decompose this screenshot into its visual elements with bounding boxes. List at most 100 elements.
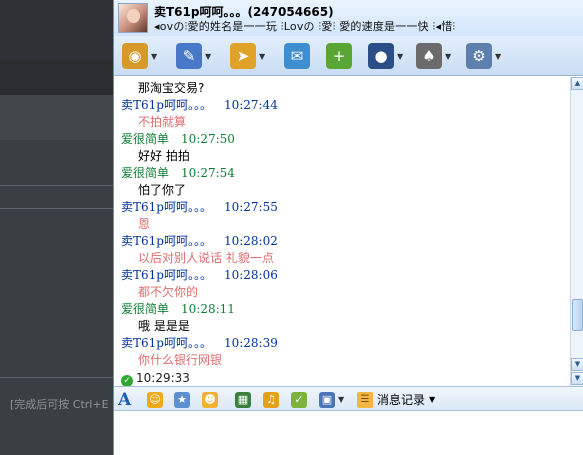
- message-text: 好好 拍拍: [138, 149, 190, 163]
- history-icon: ☰: [357, 391, 373, 408]
- message-time: 10:29:33: [136, 371, 190, 385]
- apps-button[interactable]: ⚙ ▼: [466, 41, 514, 71]
- message-header: 卖T61p呵呵。。。 10:27:44: [121, 98, 278, 112]
- chevron-down-icon[interactable]: ▼: [397, 52, 407, 61]
- system-notice: ✓ 10:29:33: [121, 371, 190, 386]
- chat-window: 卖T61p呵呵。。。(247054665) ◂ovの⫶愛的姓名是一一玩 ⫶Lov…: [113, 0, 583, 455]
- input-toolbar: A ☺ ★ ☻ ▦ ♫ ✓ ▣ ▼ ☰ 消息记录 ▼: [114, 386, 583, 411]
- sender-name[interactable]: 卖T61p呵呵。。。: [121, 234, 212, 248]
- scroll-down-arrow[interactable]: ▼: [571, 358, 583, 371]
- screenshot-button[interactable]: ▦: [235, 391, 251, 408]
- message-time: 10:28:11: [181, 302, 235, 316]
- background-panel: [0, 60, 115, 95]
- video-call-button[interactable]: ◉ ▼: [122, 41, 170, 71]
- chat-history[interactable]: 那淘宝交易? 卖T61p呵呵。。。 10:27:44 不拍就算爱很简单 10:27:50…: [114, 77, 570, 386]
- contact-avatar[interactable]: [118, 3, 148, 33]
- sender-name[interactable]: 爱很简单: [121, 166, 169, 180]
- send-sms-button[interactable]: ✉: [284, 41, 314, 71]
- screen: [完成后可按 Ctrl+E 卖T61p呵呵。。。(247054665) ◂ovの…: [0, 0, 583, 455]
- cards-icon: ♠: [416, 43, 442, 69]
- sender-name[interactable]: 爱很简单: [121, 302, 169, 316]
- chevron-down-icon[interactable]: ▼: [338, 395, 344, 404]
- scroll-to-bottom-arrow[interactable]: ▼: [571, 372, 583, 385]
- chevron-down-icon[interactable]: ▼: [259, 52, 269, 61]
- gear-icon: ⚙: [466, 43, 492, 69]
- message-time: 10:28:39: [223, 336, 278, 350]
- message-time: 10:28:02: [223, 234, 278, 248]
- chevron-down-icon[interactable]: ▼: [205, 52, 215, 61]
- emoticon-button[interactable]: ☺: [147, 391, 163, 408]
- chevron-down-icon[interactable]: ▼: [151, 52, 161, 61]
- magic-face-icon: ★: [174, 391, 190, 408]
- message-text: 都不欠你的: [138, 285, 199, 299]
- message-text: 你什么银行网银: [138, 353, 223, 367]
- smiley-icon: ☺: [147, 391, 163, 408]
- music-icon: ♫: [263, 391, 279, 408]
- divider: [0, 377, 115, 378]
- background-hint-text: [完成后可按 Ctrl+E: [10, 398, 109, 411]
- captain-icon: ●: [368, 43, 394, 69]
- scroll-up-arrow[interactable]: ▲: [571, 77, 583, 90]
- top-toolbar: ◉ ▼ ✎ ▼ ➤ ▼ ✉ + ● ▼ ♠ ▼ ⚙ ▼: [114, 36, 583, 76]
- sender-name[interactable]: 卖T61p呵呵。。。: [121, 268, 212, 282]
- scribble-icon: ✓: [291, 391, 307, 408]
- chevron-down-icon[interactable]: ▼: [495, 52, 505, 61]
- font-button[interactable]: A: [118, 389, 132, 410]
- message-header: 卖T61p呵呵。。。 10:28:39: [121, 336, 278, 350]
- message-text: 哦 是是是: [138, 319, 190, 333]
- message-input[interactable]: [114, 412, 583, 455]
- divider: [0, 208, 115, 209]
- capture-icon: ▣: [319, 391, 335, 408]
- checkmark-icon: ✓: [121, 375, 133, 386]
- message-text: 以后对别人说话 礼貌一点: [138, 251, 274, 265]
- create-group-button[interactable]: +: [326, 41, 356, 71]
- message-text: 不拍就算: [138, 115, 187, 129]
- sender-name[interactable]: 爱很简单: [121, 132, 169, 146]
- send-file-button[interactable]: ➤ ▼: [230, 41, 278, 71]
- screen-capture-button[interactable]: ▣ ▼: [319, 391, 344, 408]
- folder-icon: ➤: [230, 43, 256, 69]
- message-header: 爱很简单 10:28:11: [121, 302, 235, 316]
- message-time: 10:27:50: [181, 132, 235, 146]
- message-text: 怕了你了: [138, 183, 187, 197]
- message-time: 10:28:06: [223, 268, 278, 282]
- contact-signature: ◂ovの⫶愛的姓名是一一玩 ⫶Lovの ⫶愛⫶ 愛的速度是一一快 ⫶◂惜⫶: [154, 20, 456, 33]
- message-text: 那淘宝交易?: [138, 81, 205, 95]
- add-group-icon: +: [326, 43, 352, 69]
- chat-scrollbar[interactable]: ▲ ▼ ▼: [570, 77, 583, 386]
- message-header: 爱很简单 10:27:54: [121, 166, 235, 180]
- message-icon: ✉: [284, 43, 310, 69]
- message-record-button[interactable]: ☰ 消息记录 ▼: [357, 391, 435, 408]
- chevron-down-icon: ▼: [429, 395, 436, 404]
- wink-icon: ☻: [202, 391, 218, 408]
- graffiti-button[interactable]: ✓: [291, 391, 307, 408]
- webcam-icon: ◉: [122, 43, 148, 69]
- message-text: 恩: [138, 217, 151, 231]
- chevron-down-icon[interactable]: ▼: [445, 52, 455, 61]
- picture-icon: ▦: [235, 391, 251, 408]
- remote-assist-button[interactable]: ● ▼: [368, 41, 416, 71]
- background-panel: [0, 0, 115, 60]
- message-header: 爱很简单 10:27:50: [121, 132, 235, 146]
- music-button[interactable]: ♫: [263, 391, 279, 408]
- games-button[interactable]: ♠ ▼: [416, 41, 464, 71]
- message-header: 卖T61p呵呵。。。 10:28:06: [121, 268, 278, 282]
- sender-name[interactable]: 卖T61p呵呵。。。: [121, 98, 212, 112]
- font-icon: A: [118, 389, 132, 410]
- divider: [0, 185, 115, 186]
- voice-call-button[interactable]: ✎ ▼: [176, 41, 224, 71]
- message-record-label: 消息记录: [377, 393, 426, 407]
- message-time: 10:27:44: [223, 98, 278, 112]
- message-header: 卖T61p呵呵。。。 10:28:02: [121, 234, 278, 248]
- sender-name[interactable]: 卖T61p呵呵。。。: [121, 336, 212, 350]
- background-app: [完成后可按 Ctrl+E: [0, 0, 115, 455]
- wink-button[interactable]: ☻: [202, 391, 218, 408]
- message-time: 10:27:55: [223, 200, 278, 214]
- background-panel: [0, 95, 115, 140]
- message-header: 卖T61p呵呵。。。 10:27:55: [121, 200, 278, 214]
- title-bar: 卖T61p呵呵。。。(247054665) ◂ovの⫶愛的姓名是一一玩 ⫶Lov…: [114, 0, 583, 36]
- magic-emoticon-button[interactable]: ★: [174, 391, 190, 408]
- microphone-icon: ✎: [176, 43, 202, 69]
- scroll-thumb[interactable]: [572, 299, 583, 331]
- sender-name[interactable]: 卖T61p呵呵。。。: [121, 200, 212, 214]
